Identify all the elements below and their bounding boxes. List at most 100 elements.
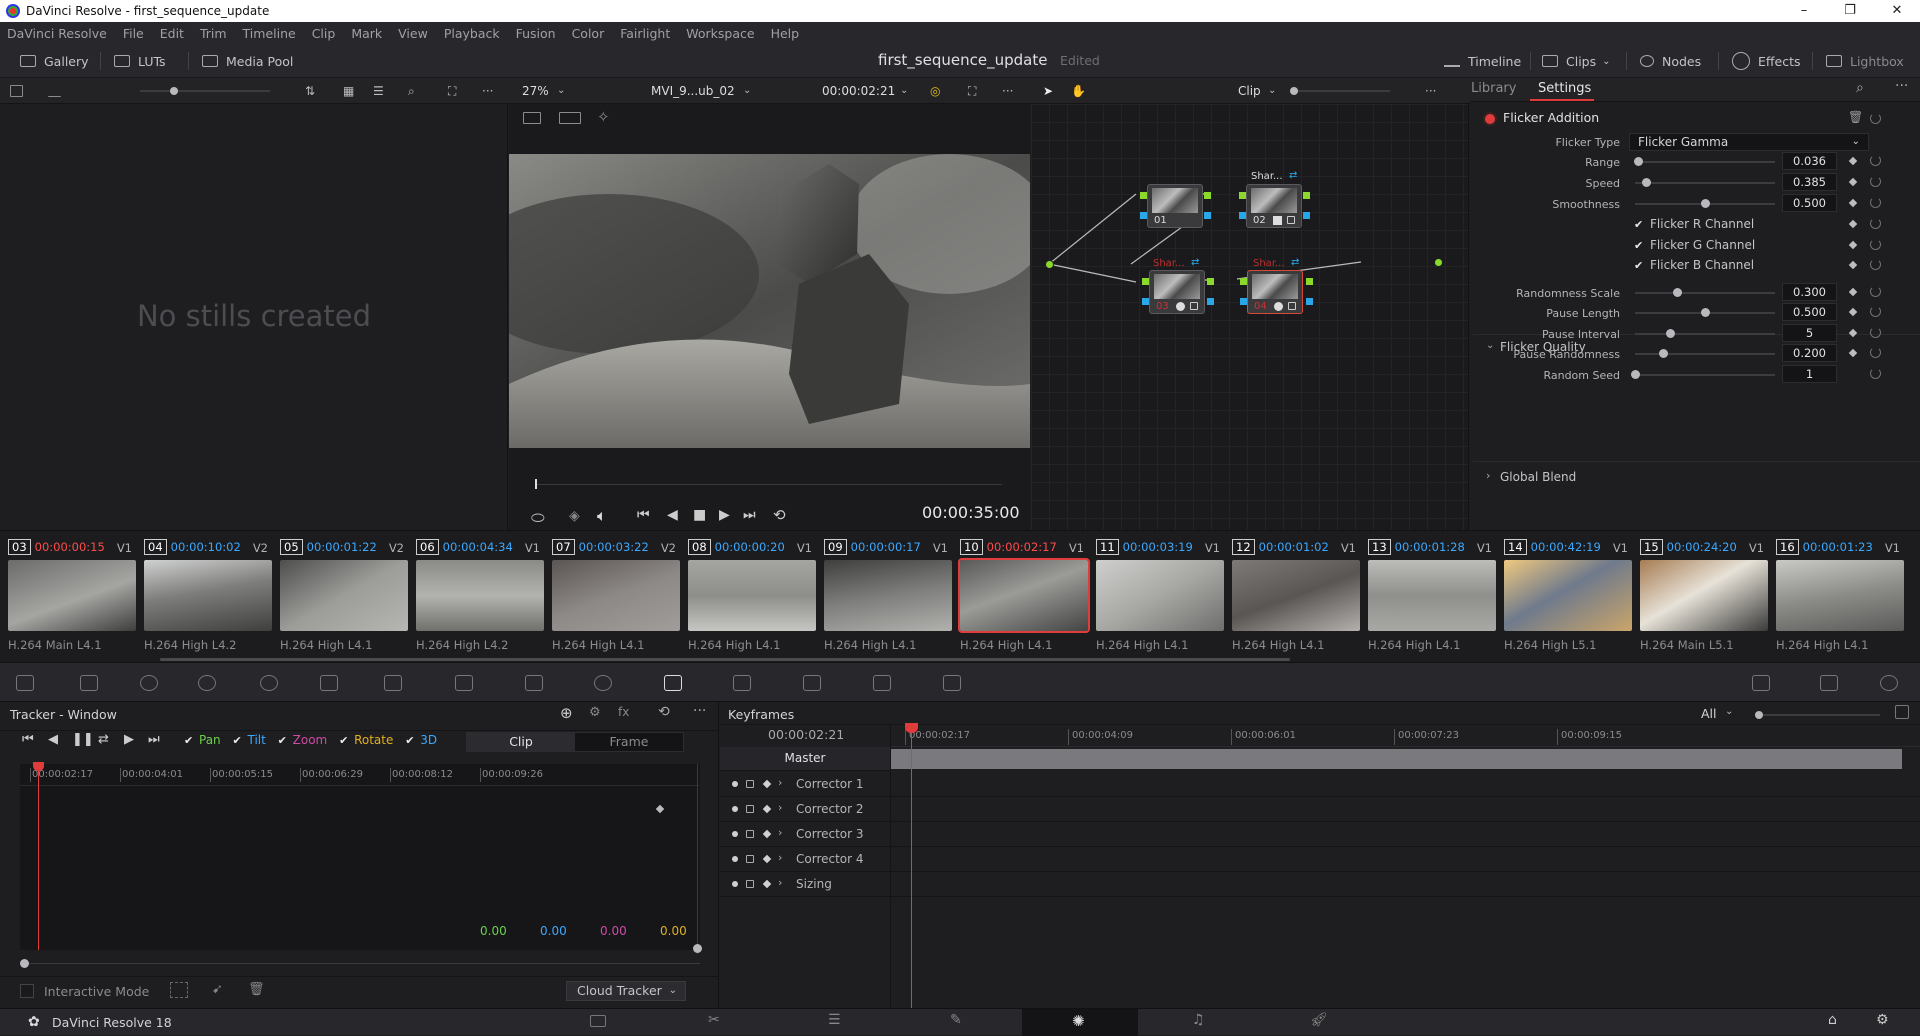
settings-gear-icon[interactable]: ⚙ [1876, 1012, 1889, 1028]
effect-enable-toggle[interactable] [1485, 114, 1495, 124]
tracker-h-scrollbar[interactable] [20, 959, 700, 968]
sizing-icon[interactable] [943, 675, 961, 691]
fx-tracker-icon[interactable]: fx [618, 705, 629, 719]
stabilizer-icon[interactable]: ⚙ [589, 705, 601, 720]
tracker-ruler[interactable]: 00:00:02:17 00:00:04:01 00:00:05:15 00:00:0… [20, 764, 700, 786]
track-reverse-icon[interactable]: ⏮ [22, 732, 34, 747]
channel-checkbox[interactable]: ✔ [1634, 219, 1645, 230]
node-output-port[interactable] [1204, 192, 1211, 199]
deliver-page-icon[interactable]: 🚀︎ [1310, 1012, 1328, 1028]
tracker-graph[interactable]: 00:00:02:17 00:00:04:01 00:00:05:15 00:00:0… [20, 762, 700, 950]
clip-thumbnail[interactable] [1368, 560, 1496, 631]
play-icon[interactable]: ▶ [719, 507, 730, 523]
lock-icon[interactable] [746, 780, 754, 788]
playhead-handle[interactable] [33, 762, 44, 771]
reset-icon[interactable] [1870, 155, 1881, 166]
clip-thumbnail[interactable] [280, 560, 408, 631]
keyframe-diamond-icon[interactable] [1848, 156, 1858, 166]
search-icon[interactable]: ⌕ [408, 78, 415, 104]
viewer-zoom[interactable]: 27% [522, 78, 549, 104]
node-04-selected[interactable]: 04 [1247, 270, 1303, 314]
minimize-button[interactable]: – [1781, 0, 1827, 22]
reset-icon[interactable] [1870, 259, 1881, 270]
magic-wand-icon[interactable]: ✧ [597, 108, 610, 126]
lock-icon[interactable] [1287, 216, 1295, 224]
lock-icon[interactable] [746, 805, 754, 813]
clip-09[interactable]: 09 00:00:00:17 V1 H.264 High L4.1 [816, 531, 952, 663]
node-key-input-port[interactable] [1239, 212, 1246, 219]
keyframe-row[interactable]: › Sizing [720, 872, 890, 897]
clip-thumbnail[interactable] [958, 558, 1090, 633]
node-options-icon[interactable]: ··· [1425, 78, 1436, 104]
set-point-icon[interactable]: ➹ [212, 982, 223, 997]
reset-icon[interactable]: ⟲ [658, 704, 670, 720]
keyframe-diamond-icon[interactable] [762, 854, 772, 864]
magic-mask-icon[interactable] [733, 675, 751, 691]
track-end-icon[interactable]: ⏭ [148, 732, 160, 747]
lock-icon[interactable] [1288, 302, 1296, 310]
menu-clip[interactable]: Clip [312, 26, 336, 41]
reset-icon[interactable] [1870, 306, 1881, 317]
clip-06[interactable]: 06 00:00:04:34 V1 H.264 High L4.2 [408, 531, 544, 663]
global-blend-section[interactable]: Global Blend [1500, 470, 1576, 484]
clip-thumbnail[interactable] [1776, 560, 1904, 631]
visibility-dot-icon[interactable] [732, 806, 738, 812]
node-input-port[interactable] [1240, 278, 1247, 285]
master-keyframe-track[interactable] [891, 749, 1902, 769]
clip-04[interactable]: 04 00:00:10:02 V2 H.264 High L4.2 [136, 531, 272, 663]
reset-icon[interactable] [1870, 327, 1881, 338]
3d-checkbox[interactable]: ✔ [405, 735, 416, 746]
single-viewer-icon[interactable] [523, 112, 541, 124]
step-back-icon[interactable]: ◀ [667, 507, 678, 523]
maximize-button[interactable]: ❐ [1827, 0, 1873, 22]
node-output-port[interactable] [1303, 192, 1310, 199]
keyframe-diamond-icon[interactable] [762, 829, 772, 839]
param-value-field[interactable]: 0.500 [1782, 194, 1837, 212]
node-input-port[interactable] [1142, 278, 1149, 285]
quality-param-value-field[interactable]: 0.300 [1782, 283, 1837, 301]
insert-point-icon[interactable] [170, 982, 188, 998]
clip-16[interactable]: 16 00:00:01:23 V1 H.264 High L4.1 [1768, 531, 1904, 663]
clip-07[interactable]: 07 00:00:03:22 V2 H.264 High L4.1 [544, 531, 680, 663]
crosshair-icon[interactable]: ⊕ [560, 704, 573, 722]
keyframe-diamond-icon[interactable] [1848, 240, 1858, 250]
track-back-icon[interactable]: ◀ [48, 732, 58, 747]
keyframe-row[interactable]: › Corrector 3 [720, 822, 890, 847]
node-key-output-port[interactable] [1207, 298, 1214, 305]
node-key-input-port[interactable] [1142, 298, 1149, 305]
scroll-knob[interactable] [20, 959, 29, 968]
lock-icon[interactable] [746, 880, 754, 888]
menu-fusion[interactable]: Fusion [516, 26, 556, 41]
clips-toggle-button[interactable]: Clips ⌄ [1542, 44, 1611, 78]
keyframe-diamond-icon[interactable] [1848, 198, 1858, 208]
menu-davinci[interactable]: DaVinci Resolve [7, 26, 107, 41]
menu-fairlight[interactable]: Fairlight [620, 26, 670, 41]
hand-tool-icon[interactable]: ✋ [1071, 78, 1086, 104]
split-viewer-icon[interactable] [559, 112, 581, 124]
visibility-dot-icon[interactable] [732, 856, 738, 862]
zoom-checkbox[interactable]: ✔ [278, 735, 289, 746]
visibility-dot-icon[interactable] [732, 881, 738, 887]
more-options-icon[interactable]: ··· [482, 78, 493, 104]
keyframe-row[interactable]: › Corrector 2 [720, 797, 890, 822]
keyframes-filter[interactable]: All [1701, 706, 1717, 721]
tab-library[interactable]: Library [1471, 81, 1516, 96]
viewer-options-icon[interactable]: ··· [1002, 78, 1013, 104]
reset-icon[interactable] [1870, 286, 1881, 297]
param-slider[interactable] [1635, 199, 1775, 208]
chevron-right-icon[interactable]: › [778, 826, 782, 839]
effects-toggle-button[interactable]: Effects [1732, 44, 1801, 78]
channel-checkbox[interactable]: ✔ [1634, 260, 1645, 271]
slider-knob[interactable] [1673, 288, 1682, 297]
fairlight-page-icon[interactable]: ♫ [1192, 1012, 1205, 1028]
clip-thumbnail[interactable] [8, 560, 136, 631]
keyframe-row[interactable]: › Corrector 4 [720, 847, 890, 872]
clip-thumbnail[interactable] [552, 560, 680, 631]
keyframe-row[interactable]: › Corrector 1 [720, 772, 890, 797]
node-output-port[interactable] [1306, 278, 1313, 285]
tracker-icon[interactable] [664, 675, 682, 691]
enhanced-viewer-icon[interactable]: ⛶ [968, 78, 976, 104]
keyframes-icon[interactable] [1752, 675, 1770, 691]
scopes-icon[interactable] [1820, 675, 1838, 691]
qualifier-icon[interactable] [525, 675, 543, 691]
